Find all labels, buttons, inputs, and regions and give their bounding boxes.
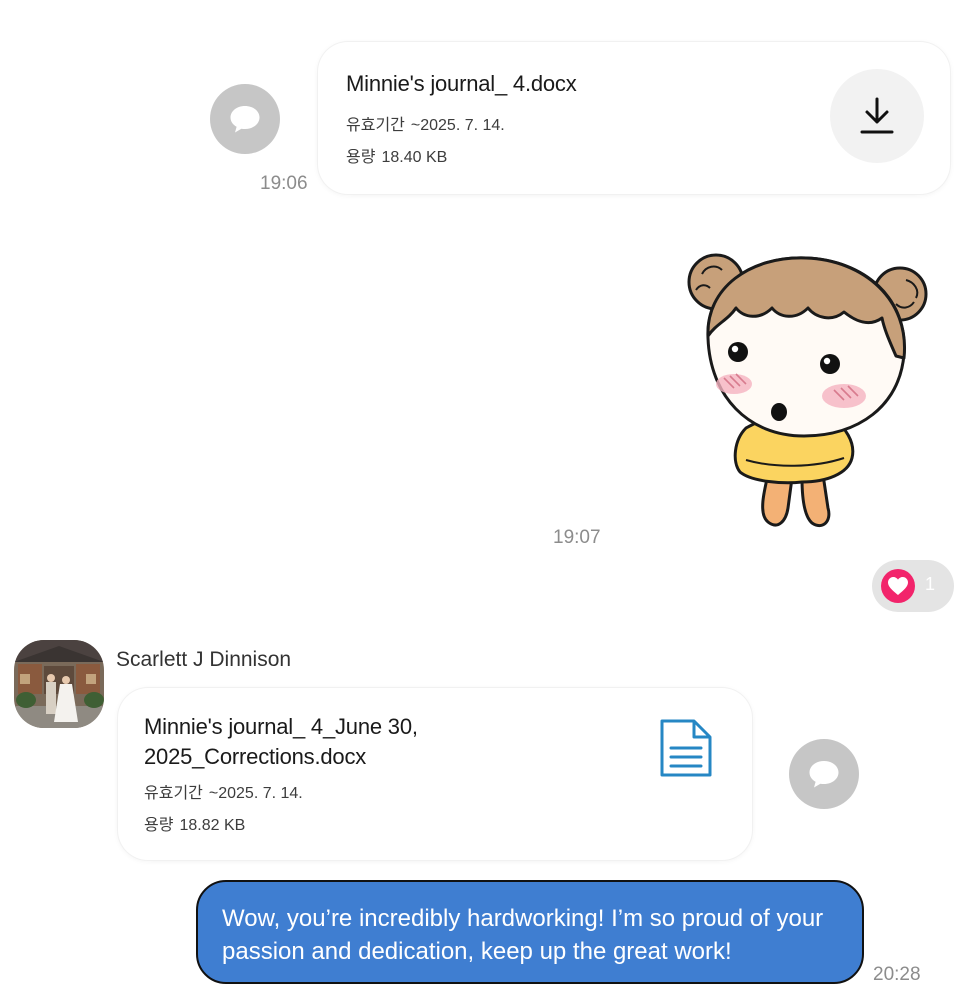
reaction-count: 1 [925,574,936,594]
chat-screen: 19:06 Minnie's journal_ 4.docx 유효기간 ~2025… [0,0,968,1000]
download-icon [860,97,894,134]
size-value: 18.40 KB [381,149,448,166]
girl-sticker[interactable] [684,246,932,536]
file-name: Minnie's journal_ 4_June 30, 2025_Correc… [144,714,418,769]
file-name: Minnie's journal_ 4.docx [346,71,577,96]
file-size: 용량 18.82 KB [144,816,245,836]
message-bubble[interactable]: Wow, you’re incredibly hardworking! I’m … [196,880,864,984]
size-label: 용량 [144,817,174,834]
file-size: 용량 18.40 KB [346,148,447,168]
expiry-value: ~2025. 7. 14. [410,117,505,134]
file-attachment-card[interactable]: Minnie's journal_ 4.docx 유효기간 ~2025. 7. 1… [318,42,950,194]
expiry-label: 유효기간 [346,117,405,134]
share-icon [809,761,839,788]
share-button[interactable] [789,739,859,809]
heart-icon [881,569,915,603]
reaction-badge[interactable]: 1 [872,560,954,612]
file-expiry: 유효기간 ~2025. 7. 14. [346,116,505,136]
file-attachment-card[interactable]: Minnie's journal_ 4_June 30, 2025_Correc… [118,688,752,860]
expiry-value: ~2025. 7. 14. [208,785,303,802]
file-expiry: 유효기간 ~2025. 7. 14. [144,784,303,804]
size-value: 18.82 KB [179,817,246,834]
sender-name: Scarlett J Dinnison [116,648,292,671]
expiry-label: 유효기간 [144,785,203,802]
share-button[interactable] [210,84,280,154]
document-icon [660,719,712,777]
size-label: 용량 [346,149,376,166]
message-time: 20:28 [873,964,921,985]
download-button[interactable] [830,69,924,163]
avatar[interactable] [14,640,104,728]
message-time: 19:07 [553,527,601,548]
message-time: 19:06 [260,173,308,194]
share-icon [230,106,260,133]
